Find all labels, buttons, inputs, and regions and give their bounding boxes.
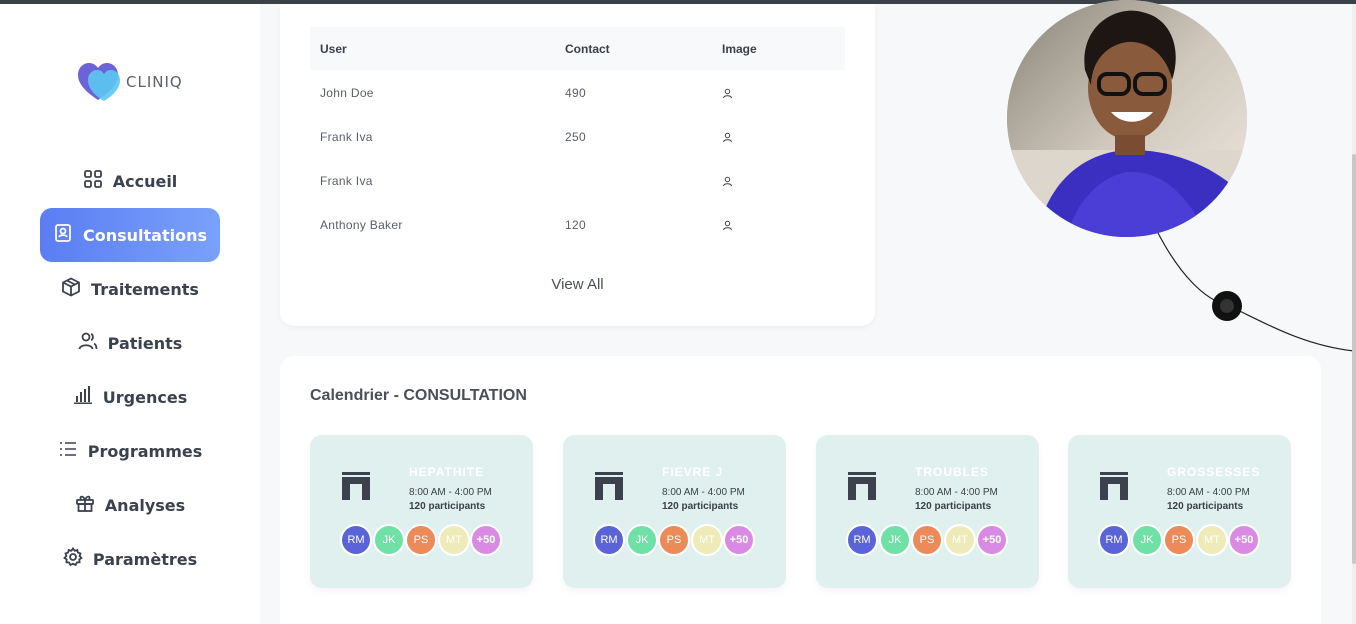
event-card-grossesses[interactable]: GROSSESSES 8:00 AM - 4:00 PM 120 partici… [1068, 435, 1291, 588]
box-icon [61, 277, 81, 301]
building-icon [1099, 472, 1129, 500]
avatar: PS [658, 524, 690, 556]
avatar: MT [691, 524, 723, 556]
avatar: MT [944, 524, 976, 556]
grid-icon [83, 169, 103, 193]
users-icon [78, 331, 98, 355]
avatar: JK [373, 524, 405, 556]
building-icon [341, 472, 371, 500]
avatar: RM [340, 524, 372, 556]
page-scrollbar[interactable] [1352, 4, 1356, 624]
user-cell: Anthony Baker [320, 218, 403, 232]
user-icon [722, 172, 733, 187]
table-header: User Contact Image [310, 27, 845, 70]
sidebar-item-analyses[interactable]: Analyses [40, 478, 220, 532]
contact-cell: 120 [565, 218, 586, 232]
scrollbar-thumb[interactable] [1352, 154, 1356, 564]
profile-photo [1007, 0, 1247, 237]
event-time: 8:00 AM - 4:00 PM [915, 487, 998, 498]
avatar: PS [405, 524, 437, 556]
building-icon [847, 472, 877, 500]
building-icon [594, 472, 624, 500]
event-participants: 120 participants [662, 501, 739, 512]
sidebar-item-parametres[interactable]: Paramètres [40, 532, 220, 586]
column-header-image: Image [722, 41, 757, 56]
event-name: GROSSESSES [1167, 465, 1261, 479]
gift-icon [75, 493, 95, 517]
user-icon [722, 128, 733, 143]
sidebar-item-label: Traitements [91, 279, 199, 299]
connector-line [1157, 232, 1355, 352]
event-participants: 120 participants [915, 501, 992, 512]
more-participants-badge[interactable]: +50 [470, 524, 502, 556]
event-card-troubles[interactable]: TROUBLES 8:00 AM - 4:00 PM 120 participa… [816, 435, 1039, 588]
brand-logo[interactable]: CLINIQ [78, 62, 183, 102]
sidebar-item-traitements[interactable]: Traitements [40, 262, 220, 316]
contact-cell: 250 [565, 130, 586, 144]
avatar: MT [438, 524, 470, 556]
list-icon [58, 439, 78, 463]
event-name: TROUBLES [915, 465, 989, 479]
more-participants-badge[interactable]: +50 [976, 524, 1008, 556]
more-participants-badge[interactable]: +50 [1228, 524, 1260, 556]
sidebar-item-consultations[interactable]: Consultations [40, 208, 220, 262]
brand-name: CLINIQ [126, 73, 183, 91]
sidebar-item-label: Urgences [102, 387, 188, 407]
table-row[interactable]: John Doe 490 [310, 71, 845, 115]
event-time: 8:00 AM - 4:00 PM [409, 487, 492, 498]
bar-chart-icon [73, 385, 93, 409]
sidebar: CLINIQ Accueil Consultations Traitements… [0, 4, 260, 624]
id-card-icon [53, 223, 73, 247]
sidebar-item-label: Consultations [82, 225, 207, 245]
event-card-fievre[interactable]: FIEVRE J 8:00 AM - 4:00 PM 120 participa… [563, 435, 786, 588]
sidebar-item-urgences[interactable]: Urgences [40, 370, 220, 424]
event-name: HEPATHITE [409, 465, 485, 479]
sidebar-item-label: Patients [107, 333, 183, 353]
event-time: 8:00 AM - 4:00 PM [662, 487, 745, 498]
table-row[interactable]: Frank Iva [310, 159, 845, 203]
avatar: MT [1196, 524, 1228, 556]
sidebar-item-label: Programmes [87, 441, 203, 461]
avatar: RM [1098, 524, 1130, 556]
column-header-contact: Contact [565, 41, 610, 56]
avatar: PS [911, 524, 943, 556]
event-name: FIEVRE J [662, 465, 724, 479]
user-cell: Frank Iva [320, 130, 373, 144]
avatar: PS [1163, 524, 1195, 556]
event-card-hepathite[interactable]: HEPATHITE 8:00 AM - 4:00 PM 120 particip… [310, 435, 533, 588]
more-participants-badge[interactable]: +50 [723, 524, 755, 556]
user-cell: John Doe [320, 86, 374, 100]
event-time: 8:00 AM - 4:00 PM [1167, 487, 1250, 498]
sidebar-item-accueil[interactable]: Accueil [40, 154, 220, 208]
gear-icon [63, 546, 83, 571]
avatar: RM [593, 524, 625, 556]
avatar: JK [1131, 524, 1163, 556]
event-participants: 120 participants [1167, 501, 1244, 512]
sidebar-item-programmes[interactable]: Programmes [40, 424, 220, 478]
user-cell: Frank Iva [320, 174, 373, 188]
table-row[interactable]: Anthony Baker 120 [310, 203, 845, 247]
column-header-user: User [320, 41, 347, 56]
contact-cell: 490 [565, 86, 586, 100]
sidebar-item-label: Paramètres [92, 549, 198, 569]
sidebar-item-patients[interactable]: Patients [40, 316, 220, 370]
sidebar-item-label: Analyses [104, 495, 186, 515]
view-all-link[interactable]: View All [280, 276, 875, 293]
sidebar-item-label: Accueil [112, 171, 178, 191]
table-row[interactable]: Frank Iva 250 [310, 115, 845, 159]
heart-logo-icon [78, 62, 124, 102]
user-icon [722, 84, 733, 99]
avatar: JK [879, 524, 911, 556]
avatar: JK [626, 524, 658, 556]
user-icon [722, 216, 733, 231]
avatar: RM [846, 524, 878, 556]
event-participants: 120 participants [409, 501, 486, 512]
calendar-title: Calendrier - CONSULTATION [310, 387, 527, 404]
